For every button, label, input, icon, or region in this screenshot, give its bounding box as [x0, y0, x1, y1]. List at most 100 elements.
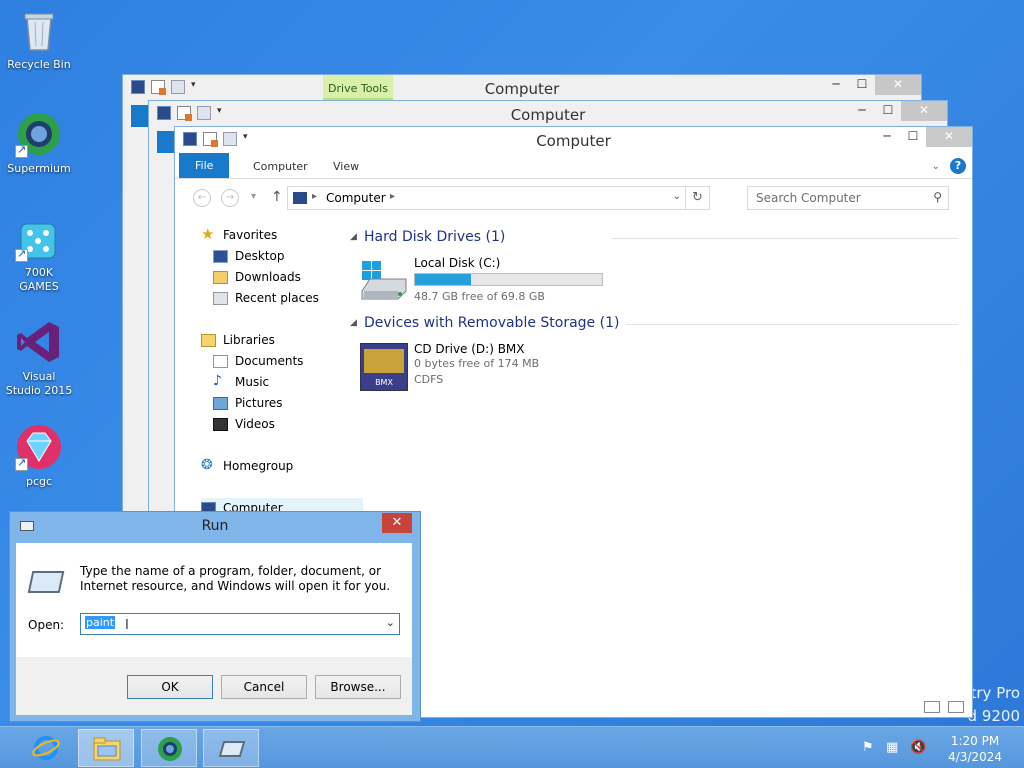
back-icon[interactable]: ←	[193, 189, 211, 207]
desktop-icon-label: Recycle Bin	[7, 58, 71, 71]
nav-item-music[interactable]: ♪ Music	[213, 372, 363, 393]
shortcut-arrow-icon	[15, 143, 28, 158]
address-dropdown-icon[interactable]: ⌄	[673, 191, 681, 202]
minimize-icon[interactable]: ─	[823, 75, 849, 95]
nav-label: Pictures	[235, 396, 283, 410]
title-bar[interactable]: ▾ Drive Tools Computer ─ ☐ ✕	[123, 75, 921, 101]
system-tray: ⚑ ▦ 🔇 1:20 PM 4/3/2024	[854, 727, 1024, 768]
content-pane: ◢ Hard Disk Drives (1) Local Disk (C:) 4…	[350, 227, 972, 399]
search-input[interactable]: Search Computer ⚲	[747, 186, 949, 210]
cd-drive-icon: BMX	[359, 342, 409, 392]
desktop-icon-700k-games[interactable]: 700K GAMES	[4, 214, 74, 294]
desktop-icon-visual-studio[interactable]: Visual Studio 2015	[4, 318, 74, 398]
title-bar[interactable]: ▾ Computer ─ ☐ ✕	[175, 127, 972, 153]
clock[interactable]: 1:20 PM 4/3/2024	[948, 733, 1002, 765]
collapse-icon[interactable]: ◢	[350, 318, 357, 328]
tab-computer[interactable]: Computer	[239, 155, 322, 179]
breadcrumb-chevron-icon[interactable]: ▸	[390, 191, 395, 202]
breadcrumb-chevron-icon[interactable]: ▸	[312, 191, 317, 202]
view-switcher	[924, 701, 964, 713]
taskbar-supermium[interactable]	[141, 729, 197, 767]
expand-ribbon-icon[interactable]: ⌄	[932, 161, 940, 172]
nav-label: Videos	[235, 417, 275, 431]
drive-name: CD Drive (D:) BMX	[414, 342, 525, 356]
recent-locations-icon[interactable]: ▾	[251, 191, 256, 202]
run-description: Type the name of a program, folder, docu…	[80, 564, 391, 593]
run-title-bar[interactable]: Run ✕	[10, 512, 420, 540]
refresh-icon[interactable]: ↻	[685, 187, 709, 209]
nav-item-homegroup[interactable]: ❂ Homegroup	[201, 456, 363, 477]
network-icon[interactable]: ▦	[886, 740, 898, 755]
homegroup-icon: ❂	[201, 457, 213, 473]
window-controls: ─ ☐ ✕	[849, 101, 947, 121]
search-icon[interactable]: ⚲	[933, 190, 942, 204]
close-icon[interactable]: ✕	[382, 513, 412, 533]
desktop-icon-recycle-bin[interactable]: Recycle Bin	[4, 6, 74, 72]
nav-item-documents[interactable]: Documents	[213, 351, 363, 372]
maximize-icon[interactable]: ☐	[875, 101, 901, 121]
close-icon[interactable]: ✕	[875, 75, 921, 95]
forward-icon[interactable]: →	[221, 189, 239, 207]
nav-item-downloads[interactable]: Downloads	[213, 267, 363, 288]
close-icon[interactable]: ✕	[901, 101, 947, 121]
run-program-icon	[27, 571, 65, 593]
group-header-removable[interactable]: ◢ Devices with Removable Storage (1)	[350, 313, 972, 335]
desktop-icon	[213, 250, 228, 263]
close-icon[interactable]: ✕	[926, 127, 972, 147]
nav-item-recent-places[interactable]: Recent places	[213, 288, 363, 309]
chevron-down-icon[interactable]: ⌄	[386, 616, 395, 629]
up-icon[interactable]: ↑	[271, 189, 283, 205]
details-view-icon[interactable]	[924, 701, 940, 713]
libraries-icon	[201, 334, 216, 347]
run-dialog[interactable]: Run ✕ Type the name of a program, folder…	[9, 511, 421, 722]
run-body: Type the name of a program, folder, docu…	[16, 543, 412, 657]
group-title: Hard Disk Drives (1)	[364, 229, 506, 245]
minimize-icon[interactable]: ─	[874, 127, 900, 147]
maximize-icon[interactable]: ☐	[900, 127, 926, 147]
nav-item-pictures[interactable]: Pictures	[213, 393, 363, 414]
desktop-icon-pcgc[interactable]: pcgc	[4, 423, 74, 489]
taskbar-file-explorer[interactable]	[78, 729, 134, 767]
tab-file[interactable]: File	[179, 153, 230, 178]
nav-item-favorites[interactable]: ★ Favorites	[201, 225, 363, 246]
clock-date: 4/3/2024	[948, 750, 1002, 764]
breadcrumb-computer[interactable]: Computer	[326, 191, 386, 205]
folder-icon	[93, 736, 121, 762]
group-header-hdd[interactable]: ◢ Hard Disk Drives (1)	[350, 227, 972, 249]
maximize-icon[interactable]: ☐	[849, 75, 875, 95]
pictures-icon	[213, 397, 228, 410]
large-icons-view-icon[interactable]	[948, 701, 964, 713]
title-bar[interactable]: ▾ Computer ─ ☐ ✕	[149, 101, 947, 127]
supermium-icon	[156, 736, 184, 762]
desktop-icon-supermium[interactable]: Supermium	[4, 110, 74, 176]
browse-button[interactable]: Browse...	[315, 675, 401, 699]
taskbar-run[interactable]	[203, 729, 259, 767]
recent-places-icon	[213, 292, 228, 305]
open-combobox[interactable]: paint I ⌄	[80, 613, 400, 635]
drive-item-c[interactable]: Local Disk (C:) 48.7 GB free of 69.8 GB	[350, 253, 972, 311]
divider	[626, 324, 958, 325]
open-input-value[interactable]: paint	[85, 616, 116, 629]
desktop-icon-label: Supermium	[7, 162, 71, 175]
nav-label: Desktop	[235, 249, 285, 263]
star-icon: ★	[201, 225, 215, 243]
nav-label: Recent places	[235, 291, 319, 305]
internet-explorer-icon	[32, 735, 60, 761]
action-center-flag-icon[interactable]: ⚑	[862, 740, 874, 755]
address-bar[interactable]: ▸ Computer ▸ ⌄ ↻	[287, 186, 710, 210]
tab-view[interactable]: View	[319, 155, 373, 179]
shortcut-arrow-icon	[15, 456, 28, 471]
minimize-icon[interactable]: ─	[849, 101, 875, 121]
help-icon[interactable]: ?	[950, 158, 966, 174]
cancel-button[interactable]: Cancel	[221, 675, 307, 699]
drive-item-d[interactable]: BMX CD Drive (D:) BMX 0 bytes free of 17…	[350, 339, 972, 399]
nav-item-videos[interactable]: Videos	[213, 414, 363, 435]
taskbar-internet-explorer[interactable]	[18, 729, 74, 767]
volume-muted-icon[interactable]: 🔇	[910, 740, 926, 755]
collapse-icon[interactable]: ◢	[350, 232, 357, 242]
nav-item-libraries[interactable]: Libraries	[201, 330, 363, 351]
ok-button[interactable]: OK	[127, 675, 213, 699]
drive-name: Local Disk (C:)	[414, 256, 501, 270]
drive-free-space: 48.7 GB free of 69.8 GB	[414, 290, 545, 303]
nav-item-desktop[interactable]: Desktop	[213, 246, 363, 267]
